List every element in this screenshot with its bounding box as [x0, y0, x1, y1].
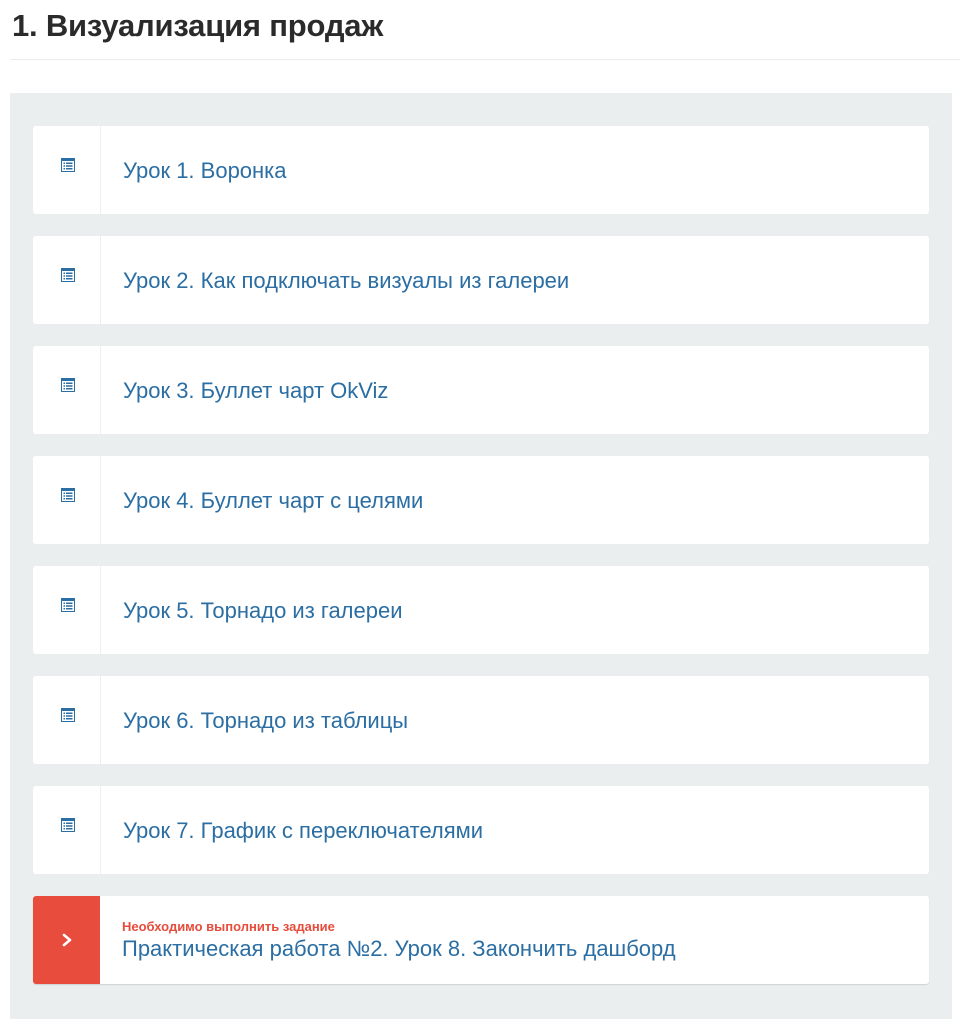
- title-divider: [10, 59, 960, 60]
- document-list-icon: [61, 598, 75, 612]
- lesson-item-6[interactable]: Урок 6. Торнадо из таблицы: [33, 676, 929, 764]
- lesson-icon-cell: [33, 786, 101, 874]
- lesson-panel: Урок 1. Воронка Урок 2. Как подключать в…: [10, 93, 952, 1019]
- lesson-title[interactable]: Урок 1. Воронка: [123, 157, 929, 185]
- lesson-text-cell: Урок 6. Торнадо из таблицы: [101, 676, 929, 764]
- lesson-text-cell: Урок 1. Воронка: [101, 126, 929, 214]
- lesson-icon-cell: [33, 566, 101, 654]
- lesson-item-3[interactable]: Урок 3. Буллет чарт OkViz: [33, 346, 929, 434]
- document-list-icon: [61, 268, 75, 282]
- lesson-text-cell: Урок 2. Как подключать визуалы из галере…: [101, 236, 929, 324]
- lesson-title[interactable]: Урок 5. Торнадо из галереи: [123, 597, 929, 625]
- course-page: 1. Визуализация продаж Урок 1. Воронка У…: [0, 0, 960, 1019]
- task-required-note: Необходимо выполнить задание: [122, 919, 335, 934]
- lesson-icon-cell: [33, 126, 101, 214]
- lesson-title[interactable]: Урок 6. Торнадо из таблицы: [123, 707, 929, 735]
- document-list-icon: [61, 378, 75, 392]
- chevron-right-icon: [62, 933, 72, 947]
- lesson-item-4[interactable]: Урок 4. Буллет чарт с целями: [33, 456, 929, 544]
- task-title[interactable]: Практическая работа №2. Урок 8. Закончит…: [122, 935, 929, 963]
- lesson-title[interactable]: Урок 4. Буллет чарт с целями: [123, 487, 929, 515]
- lesson-icon-cell: [33, 346, 101, 434]
- lesson-text-cell: Урок 4. Буллет чарт с целями: [101, 456, 929, 544]
- lesson-icon-cell: [33, 236, 101, 324]
- document-list-icon: [61, 488, 75, 502]
- lesson-item-2[interactable]: Урок 2. Как подключать визуалы из галере…: [33, 236, 929, 324]
- document-list-icon: [61, 158, 75, 172]
- lesson-text-cell: Урок 3. Буллет чарт OkViz: [101, 346, 929, 434]
- section-title: 1. Визуализация продаж: [12, 8, 384, 43]
- lesson-title[interactable]: Урок 3. Буллет чарт OkViz: [123, 377, 929, 405]
- lesson-title[interactable]: Урок 7. График с переключателями: [123, 817, 929, 845]
- task-icon-cell: [33, 896, 100, 984]
- lesson-item-5[interactable]: Урок 5. Торнадо из галереи: [33, 566, 929, 654]
- lesson-item-task[interactable]: Необходимо выполнить задание Практическа…: [33, 896, 929, 984]
- lesson-title[interactable]: Урок 2. Как подключать визуалы из галере…: [123, 267, 929, 295]
- document-list-icon: [61, 708, 75, 722]
- task-text-cell: Необходимо выполнить задание Практическа…: [100, 896, 929, 984]
- lesson-icon-cell: [33, 676, 101, 764]
- document-list-icon: [61, 818, 75, 832]
- lesson-text-cell: Урок 5. Торнадо из галереи: [101, 566, 929, 654]
- lesson-text-cell: Урок 7. График с переключателями: [101, 786, 929, 874]
- lesson-list: Урок 1. Воронка Урок 2. Как подключать в…: [33, 126, 929, 1006]
- lesson-item-7[interactable]: Урок 7. График с переключателями: [33, 786, 929, 874]
- lesson-icon-cell: [33, 456, 101, 544]
- lesson-item-1[interactable]: Урок 1. Воронка: [33, 126, 929, 214]
